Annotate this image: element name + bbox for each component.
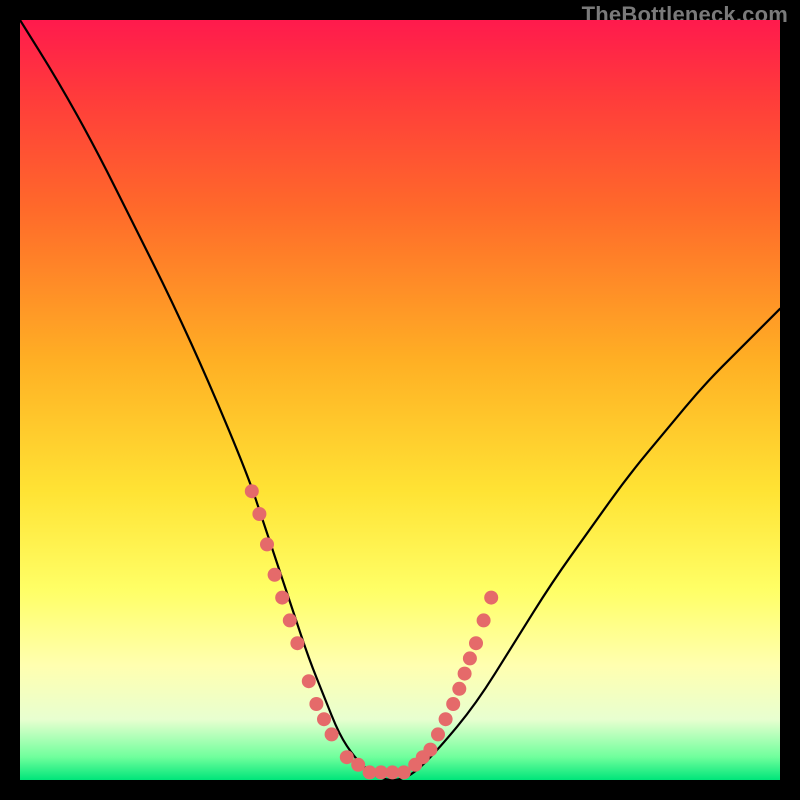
data-point [340,750,354,764]
data-point [245,484,259,498]
data-point [463,651,477,665]
marker-group [245,484,498,779]
data-point [290,636,304,650]
data-point [477,613,491,627]
data-point [431,727,445,741]
data-point [452,682,466,696]
data-point [309,697,323,711]
chart-svg [20,20,780,780]
data-point [439,712,453,726]
data-point [469,636,483,650]
data-point [397,765,411,779]
chart-frame: TheBottleneck.com [0,0,800,800]
data-point [260,537,274,551]
data-point [302,674,316,688]
plot-area [20,20,780,780]
data-point [325,727,339,741]
data-point [268,568,282,582]
data-point [458,667,472,681]
data-point [446,697,460,711]
data-point [252,507,266,521]
data-point [275,591,289,605]
data-point [283,613,297,627]
bottleneck-curve [20,20,780,780]
data-point [317,712,331,726]
data-point [484,591,498,605]
data-point [351,758,365,772]
data-point [423,743,437,757]
